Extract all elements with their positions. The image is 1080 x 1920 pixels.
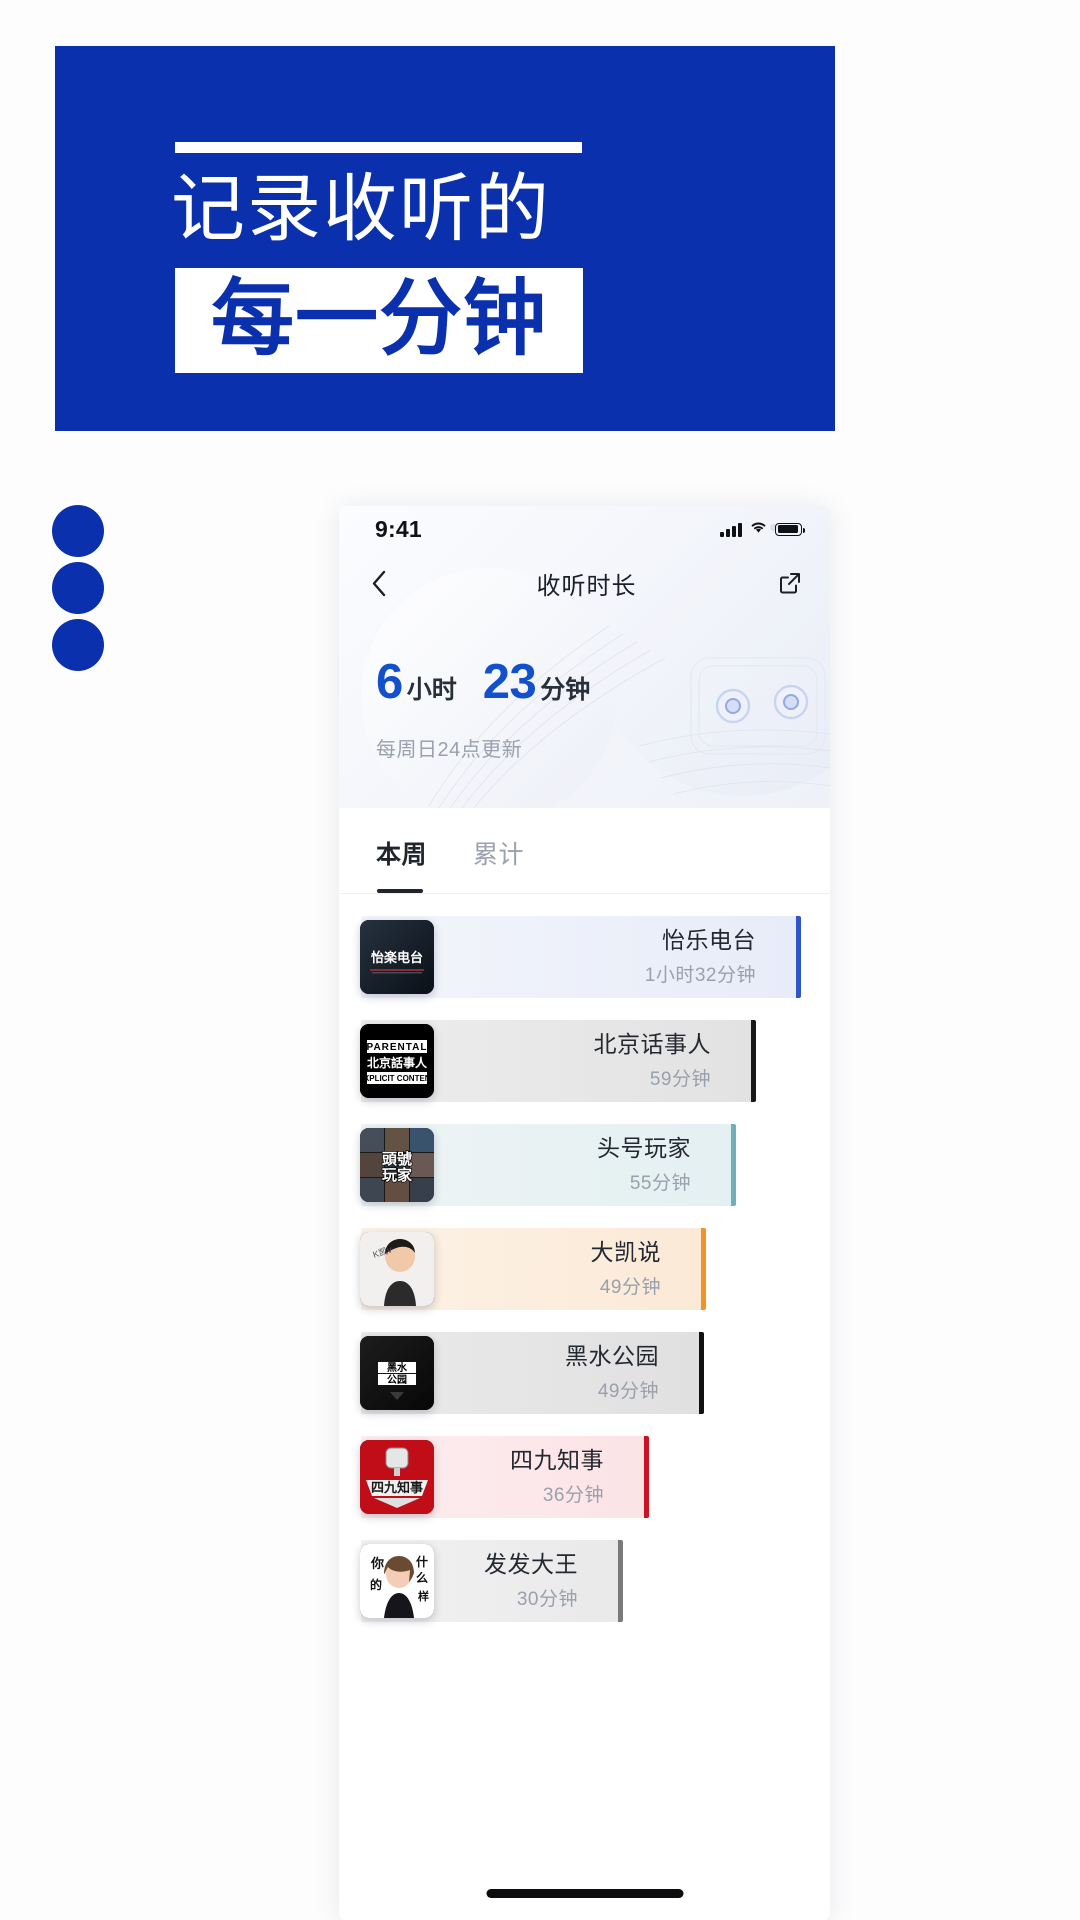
list-item-text: 四九知事 36分钟: [434, 1447, 626, 1507]
list-item-title: 四九知事: [510, 1446, 604, 1473]
svg-text:四九知事: 四九知事: [371, 1480, 423, 1495]
battery-icon: [775, 522, 806, 536]
tab-this-week[interactable]: 本周: [376, 835, 427, 893]
tab-bar: 本周 累计: [339, 808, 830, 894]
status-time: 9:41: [375, 515, 422, 542]
hours-unit: 小时: [406, 676, 457, 704]
list-item-text: 发发大王 30分钟: [434, 1551, 600, 1611]
list-item-text: 头号玩家 55分钟: [434, 1135, 713, 1195]
header-card: 9:41 收听时长 6 小时 23 分钟 每周日24点更新: [339, 506, 830, 808]
duration-bar-accent: [701, 1228, 706, 1310]
list-item-title: 黑水公园: [565, 1342, 659, 1369]
svg-text:什: 什: [416, 1554, 428, 1569]
cover-sijiu-zhishi: 四九知事: [360, 1440, 434, 1514]
svg-text:黑水: 黑水: [387, 1361, 408, 1374]
status-icons: [720, 520, 806, 539]
list-item-title: 头号玩家: [597, 1134, 691, 1161]
update-note: 每周日24点更新: [376, 739, 523, 761]
duration-bar-accent: [751, 1020, 756, 1102]
ranking-list: 怡楽电台 怡乐电台 1小时32分钟 PARENTAL 北京話事人 EXPLICIT CON…: [339, 894, 830, 1622]
list-item-duration: 49分钟: [597, 1381, 659, 1403]
svg-text:頭號: 頭號: [382, 1150, 412, 1168]
tab-cumulative[interactable]: 累计: [473, 835, 524, 893]
svg-text:PARENTAL: PARENTAL: [367, 1042, 428, 1053]
phone-mockup: 9:41 收听时长 6 小时 23 分钟 每周日24点更新 本周 累计 怡楽电台…: [339, 506, 830, 1920]
wifi-icon: [749, 520, 768, 539]
backdrop-broke-lettering: BROKE: [0, 800, 358, 1920]
svg-text:你: 你: [370, 1556, 384, 1571]
page-title: 收听时长: [536, 572, 637, 600]
hero-headline-line1: 记录收听的: [171, 167, 551, 250]
cover-yile-radio: 怡楽电台: [360, 920, 434, 994]
list-item-duration: 30分钟: [516, 1589, 578, 1611]
chevron-left-icon: [372, 570, 386, 596]
list-item-title: 北京话事人: [593, 1030, 711, 1057]
list-item-text: 黑水公园 49分钟: [434, 1343, 681, 1403]
dot-3: [52, 619, 104, 671]
share-external-icon: [780, 573, 800, 594]
minutes-unit: 分钟: [540, 676, 591, 704]
back-button[interactable]: [371, 570, 407, 597]
list-item[interactable]: PARENTAL 北京話事人 EXPLICIT CONTENT 北京话事人 59分钟: [339, 1020, 830, 1102]
list-item-duration: 49分钟: [599, 1277, 661, 1299]
cover-dakai-shuo: K凯v: [360, 1232, 434, 1306]
list-item[interactable]: 四九知事 四九知事 36分钟: [339, 1436, 830, 1518]
list-item-duration: 36分钟: [542, 1485, 604, 1507]
listening-total-line: 6 小时 23 分钟: [376, 658, 830, 707]
svg-text:EXPLICIT CONTENT: EXPLICIT CONTENT: [360, 1074, 434, 1083]
svg-text:BROKE: BROKE: [0, 800, 18, 1840]
duration-bar-accent: [731, 1124, 736, 1206]
hero-headline-line2: 每一分钟: [211, 272, 547, 365]
list-item[interactable]: 你的 什么样 发发大王 30分钟: [339, 1540, 830, 1622]
svg-text:的: 的: [370, 1577, 382, 1592]
hero-banner: 记录收听的 每一分钟: [55, 46, 835, 431]
hours-value: 6: [376, 655, 403, 709]
minutes-value: 23: [482, 655, 537, 709]
home-indicator: [486, 1889, 683, 1898]
list-item[interactable]: K凯v 大凯说 49分钟: [339, 1228, 830, 1310]
svg-text:么: 么: [416, 1570, 428, 1585]
list-item[interactable]: 怡楽电台 怡乐电台 1小时32分钟: [339, 916, 830, 998]
list-item-duration: 59分钟: [649, 1069, 711, 1091]
list-item-text: 北京话事人 59分钟: [434, 1031, 733, 1091]
cover-beijing-huashiren: PARENTAL 北京話事人 EXPLICIT CONTENT: [360, 1024, 434, 1098]
status-bar: 9:41: [339, 506, 830, 552]
cover-heishui-gongyuan: 黑水 公园: [360, 1336, 434, 1410]
dot-1: [52, 505, 104, 557]
duration-bar-accent: [699, 1332, 704, 1414]
list-item[interactable]: 頭號 玩家 头号玩家 55分钟: [339, 1124, 830, 1206]
list-item-text: 大凯说 49分钟: [434, 1239, 683, 1299]
nav-bar: 收听时长: [339, 552, 830, 614]
list-item-text: 怡乐电台 1小时32分钟: [434, 927, 778, 987]
cellular-bars-icon: [720, 522, 742, 537]
dot-2: [52, 562, 104, 614]
svg-text:怡楽电台: 怡楽电台: [371, 950, 423, 965]
duration-bar-accent: [618, 1540, 623, 1622]
decorative-dots: [52, 505, 104, 676]
svg-text:玩家: 玩家: [382, 1166, 412, 1184]
list-item-title: 大凯说: [590, 1238, 661, 1265]
list-item-duration: 1小时32分钟: [644, 965, 756, 987]
duration-bar-accent: [796, 916, 801, 998]
list-item-title: 发发大王: [484, 1550, 578, 1577]
duration-bar-accent: [644, 1436, 649, 1518]
listening-total: 6 小时 23 分钟 每周日24点更新: [339, 614, 830, 762]
hero-rule-bottom: [175, 356, 582, 367]
cover-touhao-wanjia: 頭號 玩家: [360, 1128, 434, 1202]
share-button[interactable]: [766, 571, 802, 595]
cover-fafa-dawang: 你的 什么样: [360, 1544, 434, 1618]
svg-text:样: 样: [418, 1589, 429, 1603]
svg-text:北京話事人: 北京話事人: [367, 1055, 428, 1070]
list-item-title: 怡乐电台: [662, 926, 756, 953]
list-item[interactable]: 黑水 公园 黑水公园 49分钟: [339, 1332, 830, 1414]
hero-rule-top: [175, 142, 582, 153]
svg-text:公园: 公园: [387, 1374, 407, 1386]
list-item-duration: 55分钟: [629, 1173, 691, 1195]
